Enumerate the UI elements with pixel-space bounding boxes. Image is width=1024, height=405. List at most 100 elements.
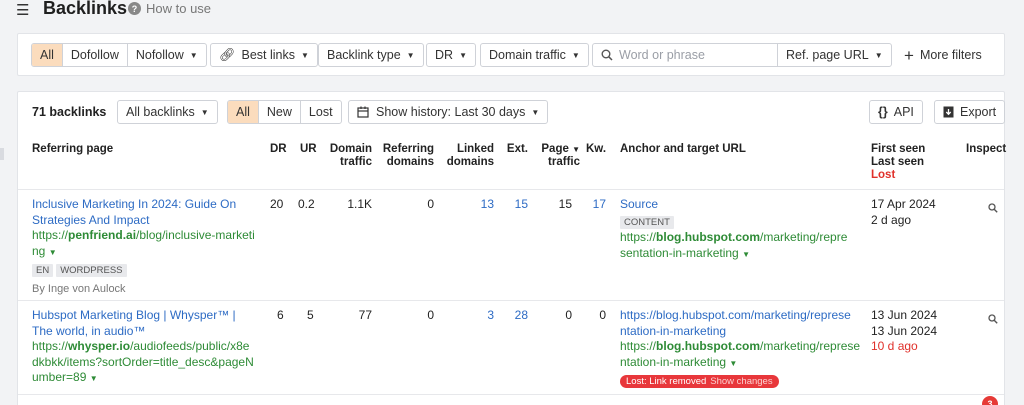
anchor-text[interactable]: https://blog.hubspot.com/marketing/repre… (620, 308, 865, 339)
more-filters-button[interactable]: + More filters (904, 43, 982, 67)
export-button[interactable]: Export (934, 100, 1006, 124)
anchor-text[interactable]: Source (620, 197, 860, 213)
col-page-traffic-line2: traffic (548, 156, 580, 168)
row-ur: 0.2 (298, 197, 315, 211)
export-label: Export (960, 105, 997, 119)
page-title: Backlinks (43, 0, 128, 18)
chevron-down-icon: ▼ (200, 107, 209, 117)
row-page-traffic: 0 (565, 308, 572, 322)
col-dr[interactable]: DR (270, 143, 287, 156)
url-path: sentation-in-marketing (620, 245, 739, 260)
chevron-down-icon[interactable]: ▼ (729, 359, 737, 368)
chevron-down-icon: ▼ (189, 50, 198, 60)
row-ext[interactable]: 28 (498, 308, 528, 324)
url-domain: blog.hubspot.com (656, 339, 761, 353)
dr-label: DR (435, 48, 454, 62)
col-ext[interactable]: Ext. (498, 143, 528, 156)
col-seen[interactable]: First seen Last seen Lost (871, 143, 925, 182)
col-page-traffic[interactable]: Page ▼ traffic (534, 143, 580, 169)
ref-page-url-dropdown[interactable]: Ref. page URL ▼ (777, 43, 892, 67)
last-seen: 2 d ago (871, 212, 912, 227)
api-label: API (893, 105, 914, 119)
row-linked-domains[interactable]: 13 (444, 197, 494, 213)
title-line: The world, in audio™ (32, 323, 146, 338)
backlink-type-label: Backlink type (327, 48, 401, 62)
tab-all[interactable]: All (32, 44, 63, 66)
status-tab-new[interactable]: New (259, 101, 301, 123)
col-referring-page[interactable]: Referring page (32, 143, 113, 156)
status-tab-all[interactable]: All (228, 101, 259, 123)
anchor-line: ntation-in-marketing (620, 323, 727, 338)
notification-badge[interactable]: 3 (982, 396, 998, 405)
show-history-dropdown[interactable]: Show history: Last 30 days ▼ (348, 100, 549, 124)
col-linked-domains[interactable]: Linked domains (444, 143, 494, 169)
api-button[interactable]: {} API (869, 100, 923, 124)
url-path: /blog/inclusive-marketi (136, 228, 255, 242)
referring-page-title[interactable]: Hubspot Marketing Blog | Whysper™ | The w… (32, 308, 264, 339)
best-links-dropdown[interactable]: 🔗︎ Best links ▼ (210, 43, 318, 67)
how-to-use-link[interactable]: ? How to use (128, 1, 211, 16)
url-path: ng (32, 243, 46, 258)
author: By Inge von Aulock (32, 282, 126, 295)
inspect-icon[interactable] (988, 203, 998, 213)
hamburger-menu-icon[interactable]: ☰ (16, 1, 29, 19)
target-url[interactable]: https://blog.hubspot.com/marketing/repre… (620, 339, 865, 371)
title-line: Strategies And Impact (32, 212, 150, 227)
title-line: Inclusive Marketing In 2024: Guide On (32, 197, 237, 211)
col-inspect: Inspect (966, 143, 1007, 155)
lost-badge[interactable]: Lost: Link removed Show changes (620, 375, 779, 388)
referring-page-url[interactable]: https://penfriend.ai/blog/inclusive-mark… (32, 228, 262, 260)
row-kw: 0 (599, 308, 606, 322)
inspect-icon[interactable] (988, 314, 998, 324)
col-domain-traffic[interactable]: Domain traffic (322, 143, 372, 169)
dr-dropdown[interactable]: DR ▼ (426, 43, 476, 67)
url-path: /marketing/repre (760, 230, 848, 244)
divider (18, 189, 1004, 190)
col-kw[interactable]: Kw. (586, 143, 606, 156)
url-path: /marketing/represe (760, 339, 861, 353)
lost-badge-text: Lost: Link removed (626, 376, 707, 387)
referring-page-url[interactable]: https://whysper.io/audiofeeds/public/x8e… (32, 339, 264, 387)
anchor-tags: CONTENT (620, 214, 860, 230)
row-linked-domains[interactable]: 3 (444, 308, 494, 324)
url-prefix: https:// (32, 339, 69, 353)
table-row: Hubspot Marketing Blog | Whysper™ | The w… (32, 308, 264, 387)
row-kw[interactable]: 17 (578, 197, 606, 213)
col-referring-domains[interactable]: Referring domains (376, 143, 434, 169)
col-first-seen: First seen (871, 143, 926, 155)
top-bar: ☰ Backlinks ? How to use (0, 0, 1024, 22)
chevron-down-icon[interactable]: ▼ (49, 248, 57, 257)
col-anchor-target[interactable]: Anchor and target URL (620, 143, 746, 156)
row-ext[interactable]: 15 (498, 197, 528, 213)
col-last-seen: Last seen (871, 156, 925, 168)
tab-nofollow-dropdown[interactable]: Nofollow ▼ (128, 44, 206, 66)
col-ur[interactable]: UR (300, 143, 317, 156)
col-domain-traffic-line2: traffic (340, 156, 372, 168)
link-icon: 🔗︎ (219, 47, 236, 62)
domain-traffic-dropdown[interactable]: Domain traffic ▼ (480, 43, 589, 67)
chevron-down-icon: ▼ (406, 50, 415, 60)
plus-icon: + (904, 45, 914, 65)
all-backlinks-dropdown[interactable]: All backlinks ▼ (117, 100, 218, 124)
row-page-traffic: 15 (558, 197, 572, 211)
status-tab-lost[interactable]: Lost (301, 101, 341, 123)
show-changes-link[interactable]: Show changes (710, 376, 772, 387)
search-box (592, 43, 778, 67)
search-icon (601, 49, 613, 61)
seen-dates: 13 Jun 2024 13 Jun 2024 10 d ago (871, 308, 937, 355)
code-braces-icon: {} (878, 105, 888, 119)
chevron-down-icon[interactable]: ▼ (90, 374, 98, 383)
lost-status: Lost: Link removed Show changes (620, 373, 865, 389)
tag-platform: WORDPRESS (56, 264, 127, 277)
status-segment: All New Lost (227, 100, 342, 124)
target-url[interactable]: https://blog.hubspot.com/marketing/repre… (620, 230, 860, 262)
chevron-down-icon[interactable]: ▼ (742, 250, 750, 259)
tab-dofollow[interactable]: Dofollow (63, 44, 128, 66)
row-referring-domains: 0 (427, 197, 434, 211)
backlink-type-dropdown[interactable]: Backlink type ▼ (318, 43, 424, 67)
referring-page-title[interactable]: Inclusive Marketing In 2024: Guide On Str… (32, 197, 262, 228)
col-linked-domains-line2: domains (446, 156, 494, 168)
anchor-target: https://blog.hubspot.com/marketing/repre… (620, 308, 865, 389)
search-input[interactable] (619, 48, 769, 62)
col-lost: Lost (871, 169, 896, 181)
